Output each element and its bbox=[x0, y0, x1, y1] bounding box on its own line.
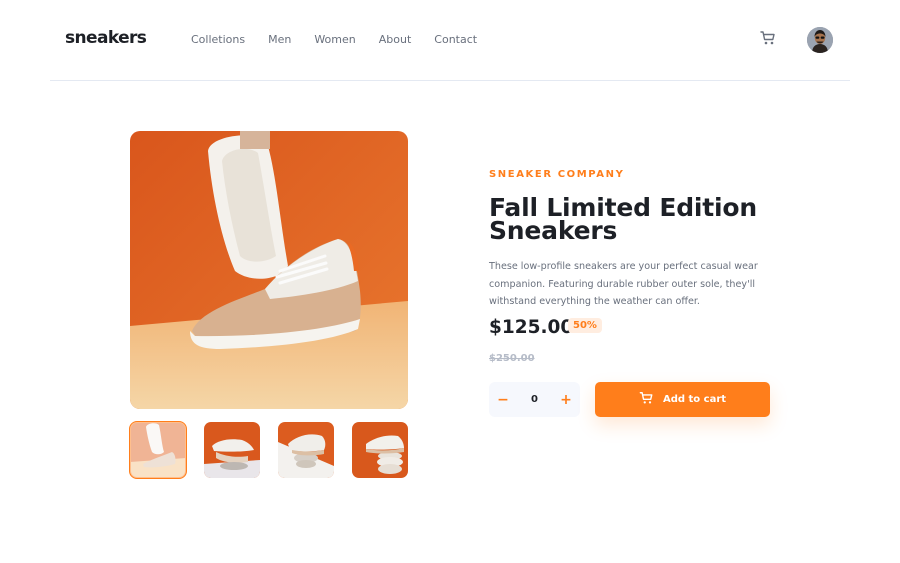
quantity-stepper: − 0 + bbox=[489, 382, 580, 417]
nav-collections[interactable]: Colletions bbox=[191, 33, 245, 46]
cart-icon bbox=[639, 391, 663, 408]
nav-contact[interactable]: Contact bbox=[434, 33, 477, 46]
quantity-value: 0 bbox=[531, 394, 538, 405]
thumbnail-3[interactable] bbox=[278, 422, 334, 478]
product-description: These low-profile sneakers are your perf… bbox=[489, 261, 758, 307]
nav-women[interactable]: Women bbox=[314, 33, 355, 46]
thumbnail-strip bbox=[129, 421, 408, 479]
thumbnail-2[interactable] bbox=[204, 422, 260, 478]
nav-men[interactable]: Men bbox=[268, 33, 291, 46]
nav-about[interactable]: About bbox=[379, 33, 412, 46]
thumbnail-1[interactable] bbox=[129, 421, 187, 479]
logo[interactable]: sneakers bbox=[65, 28, 147, 48]
original-price: $250.00 bbox=[489, 353, 535, 364]
discount-badge: 50% bbox=[568, 318, 602, 333]
main-nav: Colletions Men Women About Contact bbox=[191, 33, 500, 46]
product-title: Fall Limited Edition Sneakers bbox=[489, 193, 757, 245]
decrease-quantity-button[interactable]: − bbox=[489, 382, 517, 417]
cart-icon[interactable] bbox=[760, 30, 776, 46]
current-price: $125.00 bbox=[489, 317, 574, 338]
increase-quantity-button[interactable]: + bbox=[552, 382, 580, 417]
add-to-cart-label: Add to cart bbox=[662, 394, 727, 405]
avatar[interactable] bbox=[807, 27, 833, 53]
company-label: SNEAKER COMPANY bbox=[489, 169, 625, 180]
site-header: sneakers Colletions Men Women About Cont… bbox=[50, 0, 850, 81]
add-to-cart-button[interactable]: Add to cart bbox=[595, 382, 770, 417]
main-product-image[interactable] bbox=[130, 131, 408, 409]
thumbnail-4[interactable] bbox=[352, 422, 408, 478]
